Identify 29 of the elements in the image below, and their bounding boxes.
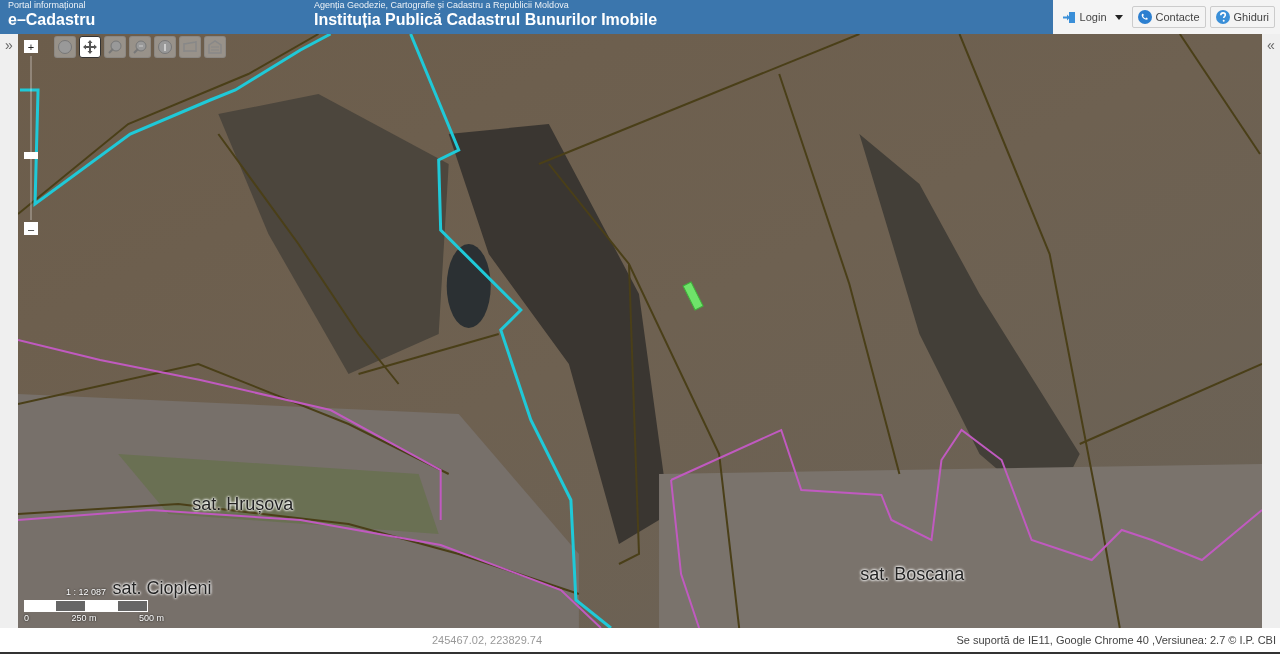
agency-title: Instituția Publică Cadastrul Bunurilor Imobile <box>314 10 658 30</box>
magnifier-icon <box>132 39 148 55</box>
help-icon <box>1215 10 1230 24</box>
expand-left-toggle[interactable]: » <box>5 37 13 53</box>
village-label: sat. Ciopleni <box>112 576 212 600</box>
scale-ratio: 1 : 12 087 <box>66 587 107 597</box>
browser-support-note: Se suportă de IE11, Google Chrome 40 ,Versiunea: 2.7 © I.P. CBI <box>956 632 1277 648</box>
zoom-in-button[interactable]: + <box>24 40 38 53</box>
map-tool-button[interactable] <box>79 36 101 58</box>
scale-tick-label: 250 m <box>71 611 97 625</box>
move-arrows-icon <box>82 39 98 55</box>
parcel-highlight <box>682 281 704 311</box>
login-icon <box>1062 10 1076 24</box>
magnifier-icon <box>107 39 123 55</box>
agency-caption: Agenția Geodezie, Cartografie și Cadastru a Republicii Moldova <box>314 1 570 10</box>
scale-tick-label: 500 m <box>138 611 164 625</box>
contact-button[interactable]: Contacte <box>1131 5 1206 29</box>
help-button[interactable]: Ghiduri <box>1209 5 1275 29</box>
caret-icon <box>1114 14 1123 20</box>
village-label: sat. Hrușova <box>192 493 294 517</box>
portal-title: e–Cadastru <box>8 10 97 30</box>
phone-icon <box>1137 10 1152 24</box>
coordinates-readout: 245467.02, 223829.74 <box>432 632 543 648</box>
zoom-slider-handle[interactable] <box>24 151 38 159</box>
zoom-out-button[interactable]: – <box>24 222 38 235</box>
expand-right-toggle[interactable]: « <box>1267 37 1275 53</box>
scale-tick-label: 0 <box>24 611 29 625</box>
village-label: sat. Boscana <box>860 562 965 586</box>
portal-caption: Portal informațional <box>8 1 87 10</box>
